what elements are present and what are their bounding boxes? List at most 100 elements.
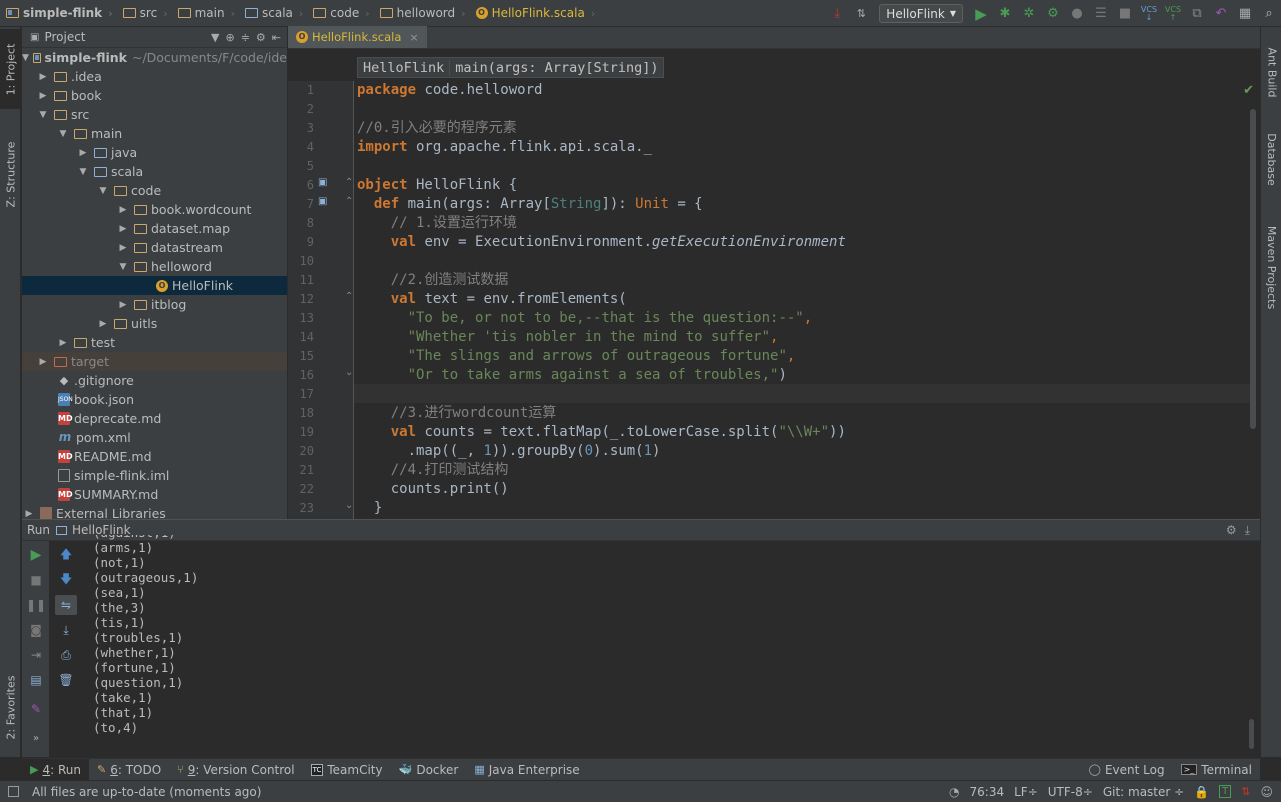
crumb-code[interactable]: code › [307, 0, 373, 27]
git-branch[interactable]: Git: master ÷ [1103, 785, 1184, 799]
git-icon[interactable]: ⇅ [1241, 785, 1250, 798]
tree-item-readme-md[interactable]: MD README.md [22, 447, 287, 466]
trash-icon[interactable]: 🗑 [55, 670, 77, 690]
expanded-arrow-icon[interactable]: ▼ [116, 262, 130, 272]
tree-item-main[interactable]: ▼ main [22, 124, 287, 143]
tree-root[interactable]: ▼ simple-flink ~/Documents/F/code/ide [22, 48, 287, 67]
tree-item-idea[interactable]: ▶ .idea [22, 67, 287, 86]
collapsed-arrow-icon[interactable]: ▶ [22, 509, 36, 519]
tree-item-helloflink[interactable]: O HelloFlink [22, 276, 287, 295]
scroll-to-end-icon[interactable]: ⤓ [55, 620, 77, 640]
tree-item-uitls[interactable]: ▶ uitls [22, 314, 287, 333]
collapsed-arrow-icon[interactable]: ▶ [116, 224, 130, 234]
tree-item-dataset-map[interactable]: ▶ dataset.map [22, 219, 287, 238]
fold-icon[interactable]: ⌄ [345, 367, 353, 378]
up-arrow-icon[interactable]: 🡅 [55, 545, 77, 565]
revert-icon[interactable]: ↶ [1210, 3, 1232, 25]
tree-item-summary-md[interactable]: MD SUMMARY.md [22, 485, 287, 504]
tree-item-pom-xml[interactable]: m pom.xml [22, 428, 287, 447]
print-icon[interactable]: ⎙ [55, 645, 77, 665]
tab-maven-projects[interactable]: Maven Projects [1261, 212, 1281, 322]
crumb-scala[interactable]: scala › [239, 0, 307, 27]
vcs-update-icon[interactable]: VCS ↓ [1138, 3, 1160, 25]
dump-threads-icon[interactable]: ◙ [25, 620, 47, 640]
fold-icon[interactable]: ⌃ [345, 196, 353, 207]
memory-indicator-icon[interactable]: ◔ [949, 785, 959, 799]
tab-docker[interactable]: 🐳 Docker [391, 759, 467, 781]
pin-icon[interactable]: ✎ [25, 699, 47, 719]
implementation-marker-icon[interactable]: ▣ [318, 177, 327, 188]
crumb-main[interactable]: main › [172, 0, 239, 27]
tree-item-test[interactable]: ▶ test [22, 333, 287, 352]
tab-helloflink-scala[interactable]: O HelloFlink.scala × [288, 26, 427, 48]
gear-icon[interactable]: ⚙ [1226, 523, 1237, 538]
tree-item-src[interactable]: ▼ src [22, 105, 287, 124]
tab-structure[interactable]: Z: Structure [0, 119, 21, 229]
editor-scrollbar[interactable] [1250, 109, 1256, 429]
stop-icon[interactable]: ■ [25, 570, 47, 590]
tree-item-java[interactable]: ▶ java [22, 143, 287, 162]
collapse-all-icon[interactable]: ≑ [241, 31, 250, 44]
scroll-from-source-icon[interactable]: ⊕ [225, 31, 234, 44]
lock-icon[interactable]: 🔒 [1194, 785, 1209, 799]
run-icon[interactable]: ▶ [970, 3, 992, 25]
search-icon[interactable]: ⌕ [1258, 3, 1280, 25]
tree-item-book-json[interactable]: JSON book.json [22, 390, 287, 409]
fold-icon[interactable]: ⌃ [345, 291, 353, 302]
breadcrumb-method[interactable]: main(args: Array[String]) [449, 59, 663, 76]
pause-icon[interactable]: ❚❚ [25, 595, 47, 615]
tab-favorites[interactable]: 2: Favorites [0, 657, 21, 757]
expanded-arrow-icon[interactable]: ▼ [76, 167, 90, 177]
record-icon[interactable]: ● [1066, 3, 1088, 25]
rerun-icon[interactable]: ▶ [25, 545, 47, 565]
inspection-ok-icon[interactable]: ✔ [1243, 83, 1254, 98]
tree-item-book-wordcount[interactable]: ▶ book.wordcount [22, 200, 287, 219]
highlight-level-icon[interactable]: T [1219, 785, 1232, 798]
implementation-marker-icon[interactable]: ▣ [318, 196, 327, 207]
tab-todo[interactable]: ✎ 6: TODO [89, 759, 169, 781]
crumb-src[interactable]: src › [117, 0, 172, 27]
exit-icon[interactable]: ⇥ [25, 645, 47, 665]
console-output[interactable]: (against,1)(arms,1)(not,1)(outrageous,1)… [93, 535, 1223, 755]
tree-item-helloword[interactable]: ▼ helloword [22, 257, 287, 276]
vcs-commit-icon[interactable]: VCS ↑ [1162, 3, 1184, 25]
tree-item-deprecate-md[interactable]: MD deprecate.md [22, 409, 287, 428]
collapsed-arrow-icon[interactable]: ▶ [56, 338, 70, 348]
fold-icon[interactable]: ⌃ [345, 177, 353, 188]
tab-java-enterprise[interactable]: ▦ Java Enterprise [466, 759, 587, 781]
collapsed-arrow-icon[interactable]: ▶ [116, 300, 130, 310]
tree-item-external-libraries[interactable]: ▶ External Libraries [22, 504, 287, 519]
crumb-helloword[interactable]: helloword › [374, 0, 470, 27]
hide-icon[interactable]: ⇤ [272, 31, 281, 44]
tab-database[interactable]: Database [1261, 122, 1281, 197]
more-icon[interactable]: » [25, 728, 47, 748]
tab-event-log[interactable]: ◯ Event Log [1081, 759, 1173, 781]
download-arrow-icon[interactable]: ⤓ [826, 3, 848, 25]
expanded-arrow-icon[interactable]: ▼ [36, 110, 50, 120]
crumb-file[interactable]: O HelloFlink.scala › [470, 0, 600, 27]
collapsed-arrow-icon[interactable]: ▶ [116, 205, 130, 215]
tree-item-scala[interactable]: ▼ scala [22, 162, 287, 181]
tab-teamcity[interactable]: TC TeamCity [303, 759, 391, 781]
caret-position[interactable]: 76:34 [970, 785, 1005, 799]
tree-item-datastream[interactable]: ▶ datastream [22, 238, 287, 257]
sort-icon[interactable]: ⇅ [850, 3, 872, 25]
tree-item-target[interactable]: ▶ target [22, 352, 287, 371]
tree-item-gitignore[interactable]: ◆ .gitignore [22, 371, 287, 390]
code-area[interactable]: package code.helloword //0.引入必要的程序元素 imp… [357, 81, 1247, 519]
expanded-arrow-icon[interactable]: ▼ [22, 53, 29, 63]
debug-icon[interactable]: ✱ [994, 3, 1016, 25]
down-arrow-icon[interactable]: 🡇 [55, 570, 77, 590]
collapsed-arrow-icon[interactable]: ▶ [96, 319, 110, 329]
console-scrollbar[interactable] [1249, 719, 1254, 749]
tab-project[interactable]: 1: Project [0, 29, 21, 109]
tab-terminal[interactable]: >_ Terminal [1173, 759, 1260, 781]
soft-wrap-icon[interactable]: ⇋ [55, 595, 77, 615]
collapsed-arrow-icon[interactable]: ▶ [36, 91, 50, 101]
toggle-tool-windows-icon[interactable] [8, 786, 19, 797]
tab-version-control[interactable]: ⑂ 9: Version Control [169, 759, 302, 781]
tree-item-itblog[interactable]: ▶ itblog [22, 295, 287, 314]
inspector-icon[interactable]: ☺ [1260, 785, 1273, 799]
stop-icon[interactable]: ■ [1114, 3, 1136, 25]
collapsed-arrow-icon[interactable]: ▶ [36, 357, 50, 367]
